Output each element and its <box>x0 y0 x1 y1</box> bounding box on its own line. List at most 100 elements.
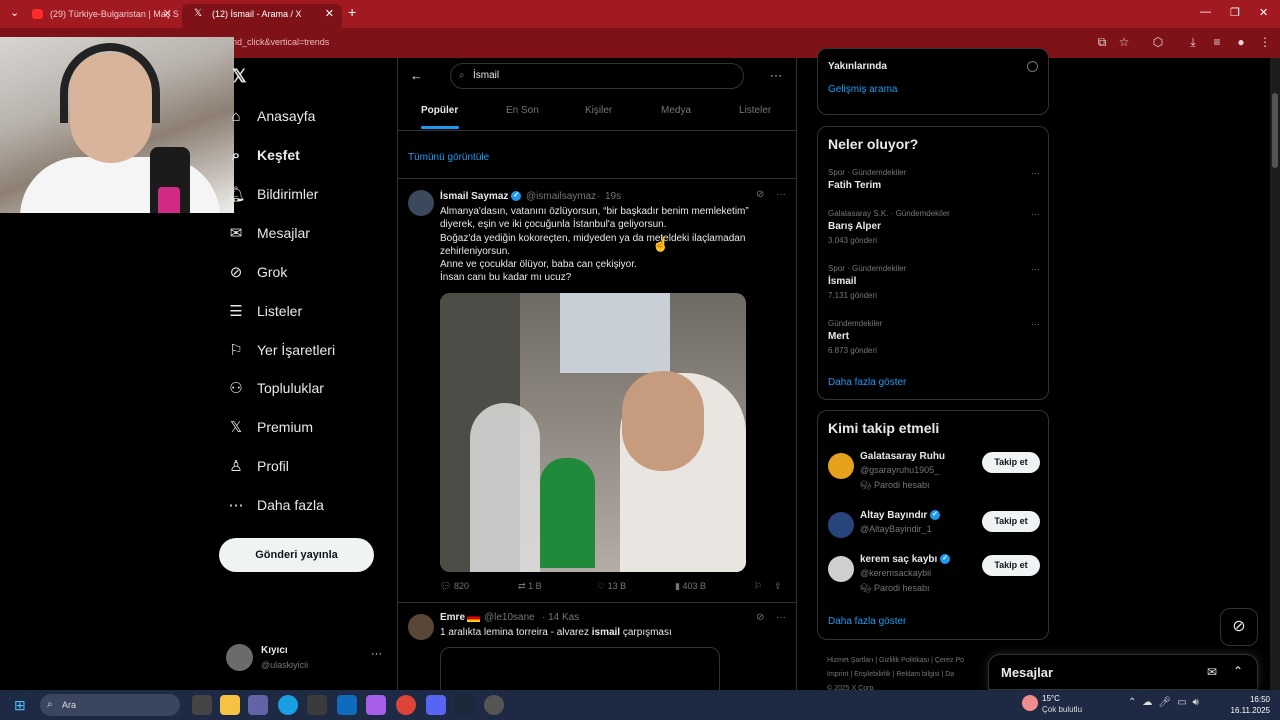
steam-icon[interactable] <box>455 695 475 715</box>
tweet-photo[interactable] <box>440 293 746 572</box>
file-explorer-icon[interactable] <box>220 695 240 715</box>
avatar[interactable] <box>408 614 434 640</box>
browser-menu-icon[interactable]: ⋮ <box>1257 35 1273 51</box>
sidebar-item-profile[interactable]: ♙ Profil <box>226 453 289 479</box>
sidebar-item-more[interactable]: ⋯ Daha fazla <box>226 492 324 518</box>
grok-explain-icon[interactable]: ⊘ <box>756 612 764 623</box>
close-tab-icon[interactable]: ✕ <box>163 4 172 24</box>
sidebar-item-messages[interactable]: ✉ Mesajlar <box>226 220 310 246</box>
media-icon[interactable]: ≡ <box>1209 35 1225 51</box>
more-icon[interactable]: ··· <box>371 648 382 660</box>
outlook-icon[interactable] <box>337 695 357 715</box>
tab-popular[interactable]: Popüler <box>421 105 458 116</box>
follow-button[interactable]: Takip et <box>982 511 1040 532</box>
avatar[interactable] <box>408 190 434 216</box>
show-more-follow-link[interactable]: Daha fazla göster <box>828 616 906 627</box>
see-all-link[interactable]: Tümünü görüntüle <box>408 152 489 163</box>
edge-icon[interactable] <box>278 695 298 715</box>
back-arrow-icon[interactable]: ← <box>410 68 423 83</box>
follow-suggestion[interactable]: Altay Bayındır ✓ @AltayBayindir_1 Takip … <box>828 510 1040 554</box>
repost-button[interactable]: ⇄ 1 B <box>518 581 542 592</box>
search-options-icon[interactable]: ··· <box>770 68 782 82</box>
tweet-time[interactable]: · 14 Kas <box>542 612 579 623</box>
close-tab-icon[interactable]: ✕ <box>325 4 334 24</box>
url-text[interactable]: nd_click&vertical=trends <box>232 37 329 47</box>
more-icon[interactable]: ··· <box>1031 209 1040 219</box>
search-input[interactable]: ⌕ İsmail <box>450 63 744 89</box>
tab-media[interactable]: Medya <box>661 105 691 116</box>
browser-tab-x[interactable]: 𝕏 (12) İsmail - Arama / X ✕ <box>182 4 342 28</box>
x-logo-icon[interactable]: 𝕏 <box>232 66 247 87</box>
sidebar-item-explore[interactable]: ⌕ Keşfet <box>226 142 300 168</box>
more-icon[interactable]: ··· <box>776 189 786 200</box>
trend-item[interactable]: Spor · Gündemdekiler İsmail 7.131 gönder… <box>828 264 1040 300</box>
sidebar-item-premium[interactable]: 𝕏 Premium <box>226 414 313 440</box>
teams-icon[interactable] <box>248 695 268 715</box>
more-icon[interactable]: ··· <box>776 612 786 623</box>
tweet-author-handle[interactable]: @ismailsaymaz <box>526 191 596 202</box>
profile-avatar-icon[interactable]: ● <box>1233 35 1249 51</box>
extensions-icon[interactable]: ⬡ <box>1150 35 1166 51</box>
new-tab-icon[interactable]: + <box>348 4 356 20</box>
expand-icon[interactable]: ⌃ <box>1233 664 1243 678</box>
follow-suggestion[interactable]: kerem saç kaybı ✓ @keremsackaybii 🎭︎ Par… <box>828 554 1040 598</box>
download-icon[interactable]: ⤓ <box>1185 35 1201 51</box>
share-icon[interactable]: ⇪ <box>774 581 782 592</box>
tab-people[interactable]: Kişiler <box>585 105 612 116</box>
close-window-icon[interactable]: ✕ <box>1259 6 1268 19</box>
sidebar-item-lists[interactable]: ☰ Listeler <box>226 298 302 324</box>
more-icon[interactable]: ··· <box>1031 168 1040 178</box>
star-icon[interactable]: ☆ <box>1116 35 1132 51</box>
task-view-icon[interactable] <box>192 695 212 715</box>
scrollbar-thumb[interactable] <box>1272 93 1278 168</box>
taskbar-search-input[interactable]: ⌕ Ara <box>40 694 180 716</box>
tweet-author-name[interactable]: Emre <box>440 612 465 623</box>
tab-search-chevron-icon[interactable]: ⌄ <box>10 6 19 19</box>
follow-button[interactable]: Takip et <box>982 452 1040 473</box>
chrome-icon[interactable] <box>396 695 416 715</box>
sidebar-item-bookmarks[interactable]: ⚐ Yer İşaretleri <box>226 337 335 363</box>
tweet-media-card[interactable] <box>440 647 720 690</box>
tweet-author-name[interactable]: İsmail Saymaz ✓ <box>440 191 522 202</box>
new-message-icon[interactable]: ✉ <box>1207 665 1217 679</box>
more-icon[interactable]: ··· <box>1031 264 1040 274</box>
clock[interactable]: 16:50 16.11.2025 <box>1228 694 1270 716</box>
tab-lists[interactable]: Listeler <box>739 105 771 116</box>
reply-button[interactable]: 💬︎ 820 <box>440 581 469 592</box>
views-button[interactable]: ▮ 403 B <box>675 581 706 592</box>
trend-item[interactable]: Gündemdekiler Mert 6.873 gönderi ··· <box>828 319 1040 355</box>
trend-item[interactable]: Galatasaray S.K. · Gündemdekiler Barış A… <box>828 209 1040 245</box>
follow-suggestion[interactable]: Galatasaray Ruhu @gsarayruhu1905_ 🎭︎ Par… <box>828 451 1040 495</box>
messages-drawer[interactable]: Mesajlar ✉ ⌃ <box>988 654 1258 690</box>
post-button[interactable]: Gönderi yayınla <box>219 538 374 572</box>
follow-button[interactable]: Takip et <box>982 555 1040 576</box>
more-icon[interactable]: ··· <box>1031 319 1040 329</box>
sidebar-item-home[interactable]: ⌂ Anasayfa <box>226 103 315 129</box>
trend-item[interactable]: Spor · Gündemdekiler Fatih Terim ··· <box>828 168 1040 191</box>
location-radio[interactable] <box>1027 61 1038 72</box>
tweet-author-handle[interactable]: @le10sane <box>484 612 535 623</box>
sidebar-item-grok[interactable]: ⊘ Grok <box>226 259 288 285</box>
advanced-search-link[interactable]: Gelişmiş arama <box>828 84 897 95</box>
maximize-icon[interactable]: ❐ <box>1230 6 1240 19</box>
windows-start-icon[interactable]: ⊞ <box>14 697 26 714</box>
bookmark-icon[interactable]: ⚐ <box>754 581 762 592</box>
install-app-icon[interactable]: ⧉ <box>1094 35 1110 51</box>
system-tray[interactable]: ⌃☁🎤︎▭🔊︎ <box>1128 697 1205 708</box>
account-switcher[interactable]: Kıyıcı @ulaskiyicii ··· <box>226 642 386 674</box>
tab-latest[interactable]: En Son <box>506 105 539 116</box>
sidebar-item-communities[interactable]: ⚇ Topluluklar <box>226 375 324 401</box>
sidebar-item-notifications[interactable]: 🔔︎ Bildirimler <box>226 181 318 207</box>
weather-widget[interactable]: 15°C Çok bulutlu <box>1022 693 1112 717</box>
browser-tab-youtube[interactable]: (29) Türkiye-Bulgaristan | Maç S ✕ <box>20 4 180 28</box>
store-icon[interactable] <box>307 695 327 715</box>
grok-floating-button[interactable]: ⊘ <box>1220 608 1258 646</box>
copilot-icon[interactable] <box>366 695 386 715</box>
show-more-trends-link[interactable]: Daha fazla göster <box>828 377 906 388</box>
grok-explain-icon[interactable]: ⊘ <box>756 189 764 200</box>
discord-icon[interactable] <box>426 695 446 715</box>
scrollbar[interactable] <box>1270 58 1280 690</box>
obs-icon[interactable] <box>484 695 504 715</box>
like-button[interactable]: ♡ 13 B <box>597 581 626 592</box>
tweet-time[interactable]: 19s <box>605 191 621 202</box>
